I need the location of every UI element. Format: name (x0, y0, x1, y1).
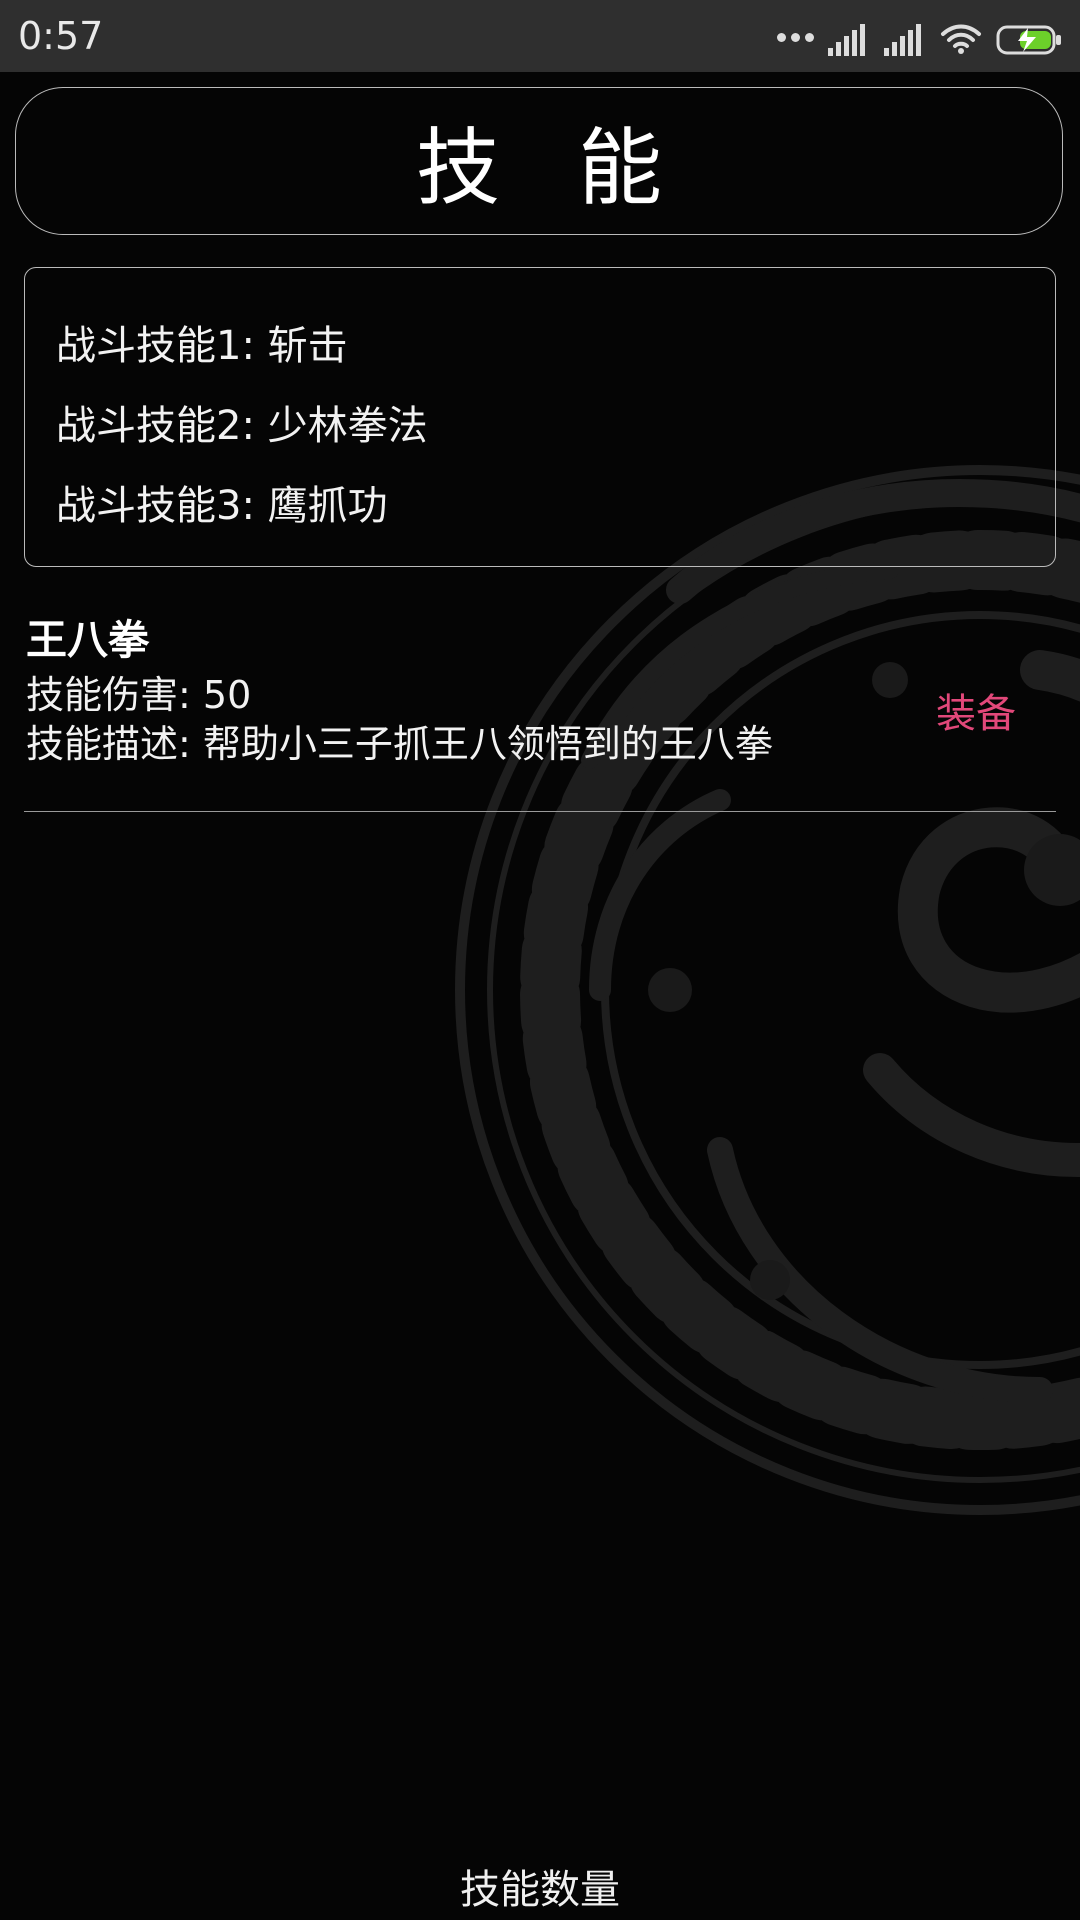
screen: 0:57 技能 战斗技能1: 斩击 战斗技能2: 少林拳法 战斗技能3: 鹰抓功… (0, 0, 1080, 1920)
equipped-skill-value: 少林拳法 (267, 403, 428, 449)
skill-description-value: 帮助小三子抓王八领悟到的王八拳 (202, 722, 773, 766)
separator: : (178, 722, 203, 766)
equipped-skill-value: 鹰抓功 (267, 483, 388, 529)
wifi-icon (941, 24, 981, 54)
status-bar: 0:57 (0, 0, 1080, 72)
equipped-skills-card: 战斗技能1: 斩击 战斗技能2: 少林拳法 战斗技能3: 鹰抓功 (24, 267, 1056, 567)
separator: : (241, 403, 268, 449)
equipped-skill-label: 战斗技能3 (56, 483, 242, 529)
skill-count-label: 技能数量 (460, 1867, 620, 1913)
battery-charging-icon (996, 25, 1061, 55)
signal-icon (884, 24, 921, 56)
cloud-ornament-background (455, 465, 1080, 1515)
separator: : (178, 673, 203, 717)
separator: : (241, 323, 268, 369)
skill-list-item[interactable]: 王八拳 技能伤害: 50 技能描述: 帮助小三子抓王八领悟到的王八拳 装备 (24, 604, 1056, 812)
separator: : (241, 483, 268, 529)
skill-name: 王八拳 (26, 616, 149, 664)
skill-damage-value: 50 (202, 673, 252, 717)
skill-description: 技能描述: 帮助小三子抓王八领悟到的王八拳 (26, 721, 773, 767)
skill-damage: 技能伤害: 50 (26, 672, 251, 718)
skill-description-label: 技能描述 (26, 722, 179, 766)
status-time: 0:57 (18, 14, 104, 58)
equipped-skill-row: 战斗技能3: 鹰抓功 (56, 466, 1055, 546)
equipped-skill-row: 战斗技能1: 斩击 (56, 306, 1055, 386)
equip-button[interactable]: 装备 (936, 684, 1016, 744)
skill-damage-label: 技能伤害 (26, 673, 179, 717)
equipped-skill-label: 战斗技能2 (56, 403, 242, 449)
page-title: 技能 (415, 118, 740, 217)
equipped-skill-label: 战斗技能1 (56, 323, 242, 369)
signal-icon (828, 24, 865, 56)
status-icons (777, 18, 1062, 56)
title-card: 技能 (15, 87, 1063, 235)
equipped-skill-value: 斩击 (267, 323, 348, 369)
more-dots-icon (777, 18, 814, 56)
equipped-skill-row: 战斗技能2: 少林拳法 (56, 386, 1055, 466)
